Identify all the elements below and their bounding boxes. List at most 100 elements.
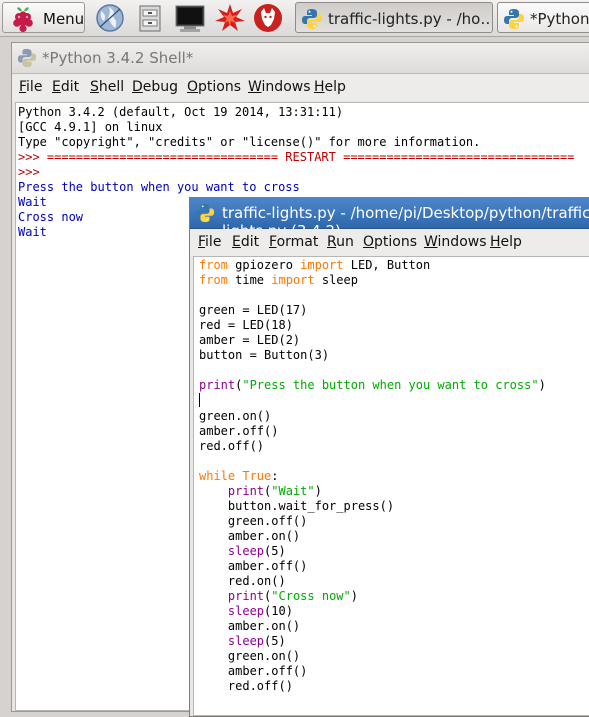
taskbar: Menu traffic-lights.py - /ho… *Python xyxy=(0,0,589,37)
code-token: amber.off() xyxy=(199,664,308,678)
code-token: LED, Button xyxy=(343,258,431,272)
code-token: amber.on() xyxy=(199,619,301,633)
code-token: : xyxy=(271,469,279,483)
code-line: green.on() xyxy=(199,649,546,664)
code-line: green.on() xyxy=(199,409,546,424)
code-token: green = LED(17) xyxy=(199,303,308,317)
code-token: green.on() xyxy=(199,409,272,423)
menu-label: Menu xyxy=(43,10,85,28)
code-token: "Wait" xyxy=(271,484,315,498)
editor-titlebar[interactable]: traffic-lights.py - /home/pi/Desktop/pyt… xyxy=(190,198,589,240)
code-token: sleep xyxy=(314,273,358,287)
code-token: time xyxy=(227,273,272,287)
web-browser-icon xyxy=(96,4,124,32)
code-line: amber.on() xyxy=(199,619,546,634)
code-line: red.off() xyxy=(199,679,546,694)
code-line: button.wait_for_press() xyxy=(199,499,546,514)
code-token: amber.off() xyxy=(199,559,308,573)
code-line: from gpiozero import LED, Button xyxy=(199,258,546,273)
code-token: print xyxy=(227,484,265,498)
task-traffic-lights[interactable]: traffic-lights.py - /ho… xyxy=(295,2,493,33)
code-token: green.off() xyxy=(199,514,308,528)
code-token: (5) xyxy=(264,544,286,558)
shell-line: Type "copyright", "credits" or "license(… xyxy=(18,135,481,149)
code-token: sleep xyxy=(227,604,265,618)
shell-title: *Python 3.4.2 Shell* xyxy=(42,49,194,67)
task-python-shell[interactable]: *Python xyxy=(497,2,589,33)
code-line: amber.off() xyxy=(199,424,546,439)
shell-line: >>> ================================ RES… xyxy=(18,150,575,164)
file-manager-launcher[interactable] xyxy=(136,3,166,33)
code-token: amber = LED(2) xyxy=(199,333,301,347)
code-token: ) xyxy=(538,378,546,392)
web-browser-launcher[interactable] xyxy=(94,3,124,33)
code-token: print xyxy=(199,378,236,392)
python-icon xyxy=(17,48,37,68)
code-token: True xyxy=(242,469,272,483)
main-menu-button[interactable]: Menu xyxy=(2,2,85,33)
menu-help[interactable]: Help xyxy=(490,234,522,250)
code-token: import xyxy=(271,273,315,287)
code-token: print xyxy=(227,589,265,603)
wolfram-launcher[interactable] xyxy=(252,3,282,33)
shell-line: >>> xyxy=(18,165,47,179)
menu-options[interactable]: Options xyxy=(363,234,417,250)
code-line: sleep(5) xyxy=(199,634,546,649)
code-line: while True: xyxy=(199,469,546,484)
code-token: import xyxy=(300,258,344,272)
python-icon xyxy=(504,9,524,29)
code-token: red.on() xyxy=(199,574,286,588)
menu-run[interactable]: Run xyxy=(327,234,354,250)
code-token: (10) xyxy=(264,604,293,618)
terminal-launcher[interactable] xyxy=(174,3,205,33)
shell-line: Press the button when you want to cross xyxy=(18,180,300,194)
menu-edit[interactable]: Edit xyxy=(52,79,79,95)
code-line: amber.off() xyxy=(199,664,546,679)
mathematica-icon xyxy=(215,4,245,31)
menu-debug[interactable]: Debug xyxy=(132,79,178,95)
menu-windows[interactable]: Windows xyxy=(424,234,487,250)
code-token: "Press the button when you want to cross… xyxy=(242,378,539,392)
menu-shell[interactable]: Shell xyxy=(90,79,124,95)
code-line: sleep(5) xyxy=(199,544,546,559)
shell-menubar: File Edit Shell Debug Options Windows He… xyxy=(12,74,589,101)
shell-line: [GCC 4.9.1] on linux xyxy=(18,120,163,134)
menu-file[interactable]: File xyxy=(19,79,42,95)
raspberry-pi-logo-icon xyxy=(13,7,33,33)
code-line: amber.off() xyxy=(199,559,546,574)
menu-edit[interactable]: Edit xyxy=(232,234,259,250)
code-line: red.off() xyxy=(199,439,546,454)
editor-menubar: File Edit Format Run Options Windows Hel… xyxy=(190,229,589,256)
python-icon xyxy=(195,203,215,223)
code-editor-area[interactable]: from gpiozero import LED, Button from tim… xyxy=(193,256,589,716)
menu-format[interactable]: Format xyxy=(269,234,318,250)
code-token: red.off() xyxy=(199,679,293,693)
shell-titlebar[interactable]: *Python 3.4.2 Shell* xyxy=(12,43,589,74)
code-line: print("Cross now") xyxy=(199,589,546,604)
menu-options[interactable]: Options xyxy=(187,79,241,95)
shell-line: Python 3.4.2 (default, Oct 19 2014, 13:3… xyxy=(18,105,344,119)
menu-windows[interactable]: Windows xyxy=(248,79,311,95)
code-line: amber = LED(2) xyxy=(199,333,546,348)
menu-file[interactable]: File xyxy=(198,234,221,250)
code-token: amber.on() xyxy=(199,529,301,543)
code-token: red.off() xyxy=(199,439,265,453)
code-line: amber.on() xyxy=(199,529,546,544)
wolfram-icon xyxy=(254,4,282,32)
code-line: from time import sleep xyxy=(199,273,546,288)
code-line: green = LED(17) xyxy=(199,303,546,318)
task-label: *Python xyxy=(530,10,589,28)
mathematica-launcher[interactable] xyxy=(214,3,245,33)
menu-help[interactable]: Help xyxy=(314,79,346,95)
code-token: while xyxy=(199,469,236,483)
code-token: button = Button(3) xyxy=(199,348,330,362)
file-manager-icon xyxy=(139,5,161,32)
code-text: from gpiozero import LED, Button from tim… xyxy=(199,258,546,694)
code-line: sleep(10) xyxy=(199,604,546,619)
code-line: green.off() xyxy=(199,514,546,529)
